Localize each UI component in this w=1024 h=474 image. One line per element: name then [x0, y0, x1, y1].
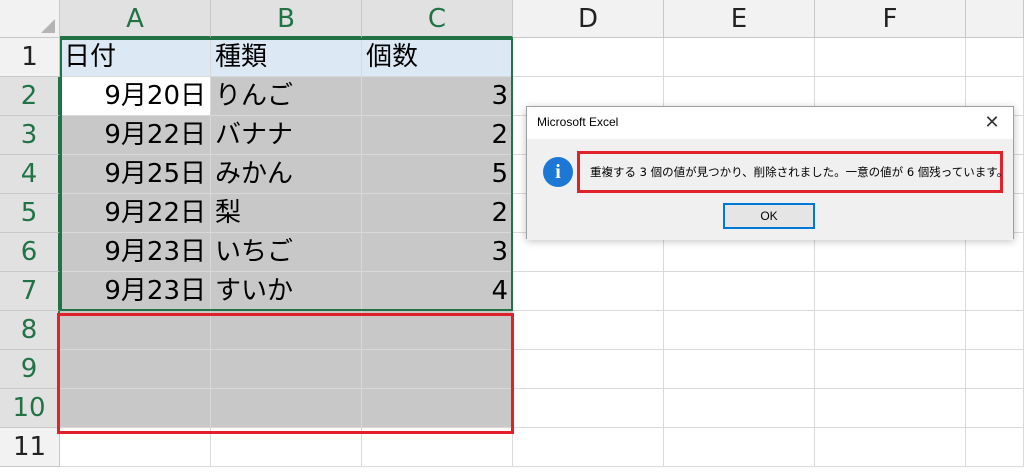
empty-cell[interactable] [815, 350, 966, 389]
empty-cell[interactable] [211, 350, 362, 389]
empty-cell[interactable] [513, 428, 664, 467]
empty-cell[interactable] [664, 38, 815, 77]
row-header-11[interactable]: 11 [0, 428, 60, 467]
date-cell[interactable]: 9月23日 [60, 233, 211, 272]
empty-cell[interactable] [664, 272, 815, 311]
type-cell[interactable]: みかん [211, 155, 362, 194]
row-header-6[interactable]: 6 [0, 233, 60, 272]
dialog-body: i 重複する 3 個の値が見つかり、削除されました。一意の値が 6 個残っていま… [527, 139, 1013, 240]
dialog-message: 重複する 3 個の値が見つかり、削除されました。一意の値が 6 個残っています。 [590, 165, 1009, 179]
date-cell[interactable]: 9月20日 [60, 77, 211, 116]
empty-cell[interactable] [815, 389, 966, 428]
close-icon[interactable]: ✕ [979, 110, 1005, 136]
row-header-5[interactable]: 5 [0, 194, 60, 233]
count-cell[interactable]: 3 [362, 233, 513, 272]
row-header-2[interactable]: 2 [0, 77, 60, 116]
count-cell[interactable]: 5 [362, 155, 513, 194]
header-cell-date[interactable]: 日付 [60, 38, 211, 77]
empty-cell[interactable] [664, 389, 815, 428]
header-cell-type[interactable]: 種類 [211, 38, 362, 77]
type-cell[interactable]: すいか [211, 272, 362, 311]
info-icon: i [543, 157, 573, 187]
empty-cell[interactable] [966, 311, 1024, 350]
empty-cell[interactable] [362, 311, 513, 350]
select-all-button[interactable] [0, 0, 60, 38]
select-all-triangle-icon [41, 19, 55, 33]
empty-cell[interactable] [513, 272, 664, 311]
column-header-e[interactable]: E [664, 0, 815, 38]
empty-cell[interactable] [664, 350, 815, 389]
empty-cell[interactable] [966, 38, 1024, 77]
empty-cell[interactable] [966, 428, 1024, 467]
date-cell[interactable]: 9月25日 [60, 155, 211, 194]
column-header-b[interactable]: B [211, 0, 362, 38]
row-header-9[interactable]: 9 [0, 350, 60, 389]
empty-cell[interactable] [966, 350, 1024, 389]
empty-cell[interactable] [60, 350, 211, 389]
empty-cell[interactable] [513, 389, 664, 428]
empty-cell[interactable] [513, 350, 664, 389]
type-cell[interactable]: バナナ [211, 116, 362, 155]
dialog-title: Microsoft Excel [537, 115, 619, 129]
column-header-d[interactable]: D [513, 0, 664, 38]
empty-cell[interactable] [60, 311, 211, 350]
type-cell[interactable]: いちご [211, 233, 362, 272]
empty-cell[interactable] [815, 38, 966, 77]
type-cell[interactable]: りんご [211, 77, 362, 116]
count-cell[interactable]: 2 [362, 116, 513, 155]
count-cell[interactable]: 2 [362, 194, 513, 233]
empty-cell[interactable] [211, 428, 362, 467]
ok-button[interactable]: OK [723, 203, 815, 229]
type-cell[interactable]: 梨 [211, 194, 362, 233]
empty-cell[interactable] [362, 428, 513, 467]
row-header-3[interactable]: 3 [0, 116, 60, 155]
row-header-1[interactable]: 1 [0, 38, 60, 77]
empty-cell[interactable] [815, 428, 966, 467]
empty-cell[interactable] [966, 272, 1024, 311]
header-cell-count[interactable]: 個数 [362, 38, 513, 77]
row-header-10[interactable]: 10 [0, 389, 60, 428]
message-dialog: Microsoft Excel ✕ i 重複する 3 個の値が見つかり、削除され… [526, 106, 1014, 240]
empty-cell[interactable] [664, 428, 815, 467]
date-cell[interactable]: 9月22日 [60, 194, 211, 233]
empty-cell[interactable] [815, 311, 966, 350]
empty-cell[interactable] [815, 272, 966, 311]
empty-cell[interactable] [966, 389, 1024, 428]
row-header-4[interactable]: 4 [0, 155, 60, 194]
highlight-message-box: 重複する 3 個の値が見つかり、削除されました。一意の値が 6 個残っています。 [577, 151, 1008, 193]
row-header-8[interactable]: 8 [0, 311, 60, 350]
dialog-titlebar[interactable]: Microsoft Excel ✕ [527, 107, 1013, 139]
column-header-a[interactable]: A [60, 0, 211, 38]
empty-cell[interactable] [60, 428, 211, 467]
row-header-7[interactable]: 7 [0, 272, 60, 311]
date-cell[interactable]: 9月22日 [60, 116, 211, 155]
empty-cell[interactable] [362, 350, 513, 389]
empty-cell[interactable] [664, 311, 815, 350]
count-cell[interactable]: 4 [362, 272, 513, 311]
empty-cell[interactable] [513, 311, 664, 350]
date-cell[interactable]: 9月23日 [60, 272, 211, 311]
empty-cell[interactable] [211, 389, 362, 428]
column-header-c[interactable]: C [362, 0, 513, 38]
empty-cell[interactable] [60, 389, 211, 428]
empty-cell[interactable] [362, 389, 513, 428]
column-header-f[interactable]: F [815, 0, 966, 38]
count-cell[interactable]: 3 [362, 77, 513, 116]
empty-cell[interactable] [211, 311, 362, 350]
column-header-g[interactable] [966, 0, 1024, 38]
empty-cell[interactable] [513, 38, 664, 77]
